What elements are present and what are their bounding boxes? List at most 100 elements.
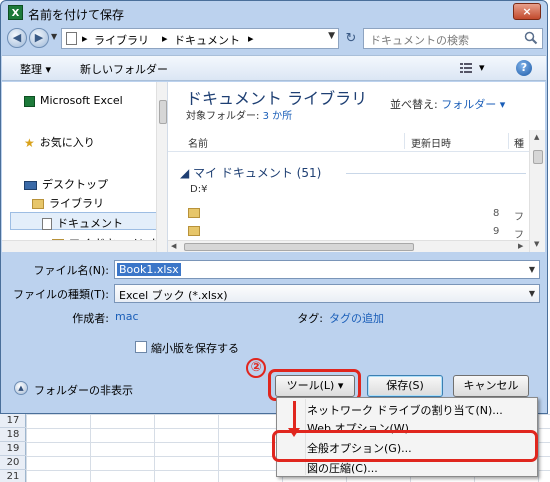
group-header-my-documents[interactable]: ◢ マイ ドキュメント (51) [180,164,321,181]
arrange-by: 並べ替え: フォルダー ▾ [390,96,505,112]
folder-icon [188,208,200,218]
scroll-thumb[interactable] [533,150,543,164]
filetype-value: Excel ブック (*.xlsx) [119,289,228,302]
filetype-select[interactable]: Excel ブック (*.xlsx) ▼ [114,284,540,303]
hide-folders-chevron-icon[interactable]: ▲ [14,381,28,395]
save-as-dialog: X 名前を付けて保存 × ◀ ▶ ▼ ▸ ライブラリ ▸ ドキュメント ▸ ▼ … [0,0,548,414]
tags-field[interactable]: タグの追加 [329,310,384,326]
nav-item-documents[interactable]: ドキュメント [42,215,123,231]
column-header-name[interactable]: 名前 [188,135,208,150]
filetype-dropdown-icon[interactable]: ▼ [529,289,535,298]
organize-button[interactable]: 整理 ▾ [20,61,51,77]
file-size: 9 [493,226,500,237]
nav-item-libraries[interactable]: ライブラリ [32,195,104,211]
filename-input[interactable]: Book1.xlsx ▼ [114,260,540,279]
nav-item-label: お気に入り [39,136,95,149]
file-size: 8 [493,208,500,219]
menu-item-map-network-drive[interactable]: ネットワーク ドライブの割り当て(N)... [307,402,503,418]
filename-value: Book1.xlsx [117,263,181,276]
nav-item-microsoft-excel[interactable]: Microsoft Excel [24,94,123,107]
folder-icon [188,226,200,236]
history-dropdown-icon[interactable]: ▼ [51,32,57,41]
address-row: ◀ ▶ ▼ ▸ ライブラリ ▸ ドキュメント ▸ ▼ ↻ ドキュメントの検索 [1,25,547,51]
star-icon: ★ [24,136,35,150]
hide-folders-button[interactable]: フォルダーの非表示 [34,382,133,398]
row-number[interactable]: 19 [0,442,26,456]
filename-dropdown-icon[interactable]: ▼ [529,265,535,274]
cancel-button[interactable]: キャンセル [453,375,529,397]
column-header-row: 名前 更新日時 種 [168,130,529,152]
file-list-pane: ドキュメント ライブラリ 対象フォルダー: 3 か所 並べ替え: フォルダー ▾… [168,82,545,252]
general-options-highlight [272,430,538,462]
row-number[interactable]: 21 [0,470,26,482]
address-bar[interactable]: ▸ ライブラリ ▸ ドキュメント ▸ ▼ [61,28,339,49]
file-row[interactable]: 9 フ [188,224,528,241]
view-dropdown-icon[interactable]: ▾ [479,61,485,74]
breadcrumb-libraries[interactable]: ライブラリ [94,32,149,48]
breadcrumb-separator-icon[interactable]: ▸ [162,32,168,45]
file-type: フ [514,212,524,223]
save-thumbnail-label[interactable]: 縮小版を保存する [151,340,239,356]
column-header-type[interactable]: 種 [514,135,524,150]
address-dropdown-icon[interactable]: ▼ [328,31,335,41]
target-label: 対象フォルダー: [186,111,263,122]
command-bar: 整理 ▾ 新しいフォルダー ▾ ? [2,55,546,81]
scroll-down-icon[interactable]: ▼ [534,240,539,248]
step-number-badge: ② [246,358,266,378]
search-icon[interactable] [524,31,538,45]
nav-item-favorites[interactable]: ★ お気に入り [24,134,95,150]
row-number[interactable]: 18 [0,428,26,442]
arrange-label: 並べ替え: [390,98,442,111]
nav-item-desktop[interactable]: デスクトップ [24,176,108,192]
back-button[interactable]: ◀ [7,28,27,48]
row-number[interactable]: 20 [0,456,26,470]
scroll-right-icon[interactable]: ▶ [518,242,523,250]
scroll-up-icon[interactable]: ▲ [534,133,539,141]
breadcrumb-separator-icon[interactable]: ▸ [82,32,88,45]
file-row[interactable]: 8 フ [188,206,528,223]
column-divider[interactable] [508,133,509,149]
filetype-label: ファイルの種類(T): [12,288,109,301]
save-button[interactable]: 保存(S) [367,375,443,397]
save-options-form: ファイル名(N): Book1.xlsx ▼ ファイルの種類(T): Excel… [1,255,547,355]
search-placeholder: ドキュメントの検索 [370,34,469,47]
nav-horizontal-scrollbar[interactable] [2,240,156,252]
library-target: 対象フォルダー: 3 か所 [186,107,292,122]
refresh-icon[interactable]: ↻ [342,30,360,48]
title-bar[interactable]: X 名前を付けて保存 × [1,1,547,25]
close-button[interactable]: × [513,3,541,20]
scroll-thumb[interactable] [184,243,414,251]
scroll-left-icon[interactable]: ◀ [171,242,176,250]
filename-label: ファイル名(N): [33,264,109,277]
menu-item-compress-pictures[interactable]: 図の圧縮(C)... [307,460,378,476]
search-input[interactable]: ドキュメントの検索 [363,28,543,49]
target-locations-link[interactable]: 3 か所 [263,111,293,122]
new-folder-button[interactable]: 新しいフォルダー [80,61,168,77]
nav-item-label: ドキュメント [57,217,123,230]
view-options-icon[interactable] [460,62,472,74]
row-header-column: 17 18 19 20 21 [0,414,26,482]
help-icon[interactable]: ? [516,60,532,76]
documents-location-icon [66,32,77,45]
file-list-horizontal-scrollbar[interactable]: ◀ ▶ [168,240,529,252]
column-header-modified[interactable]: 更新日時 [411,135,451,150]
save-thumbnail-checkbox[interactable] [135,341,147,353]
row-number[interactable]: 17 [0,414,26,428]
forward-button[interactable]: ▶ [29,28,49,48]
library-icon [32,199,44,209]
author-label: 作成者: [72,312,109,325]
scroll-thumb[interactable] [159,100,167,124]
arrange-by-dropdown[interactable]: フォルダー ▾ [441,98,505,111]
navigation-pane: Microsoft Excel ★ お気に入り デスクトップ ライブラリ ドキュメ… [2,82,168,252]
file-list-vertical-scrollbar[interactable]: ▲ ▼ [529,130,545,252]
breadcrumb-documents[interactable]: ドキュメント [174,32,240,48]
dialog-title: 名前を付けて保存 [28,8,125,22]
excel-app-icon: X [8,5,23,20]
nav-vertical-scrollbar[interactable] [156,82,167,252]
column-divider[interactable] [404,133,405,149]
excel-icon [24,95,35,107]
breadcrumb-separator-icon[interactable]: ▸ [248,32,254,45]
author-field[interactable]: mac [115,310,139,323]
nav-item-label: Microsoft Excel [40,94,123,107]
file-type: フ [514,230,524,241]
